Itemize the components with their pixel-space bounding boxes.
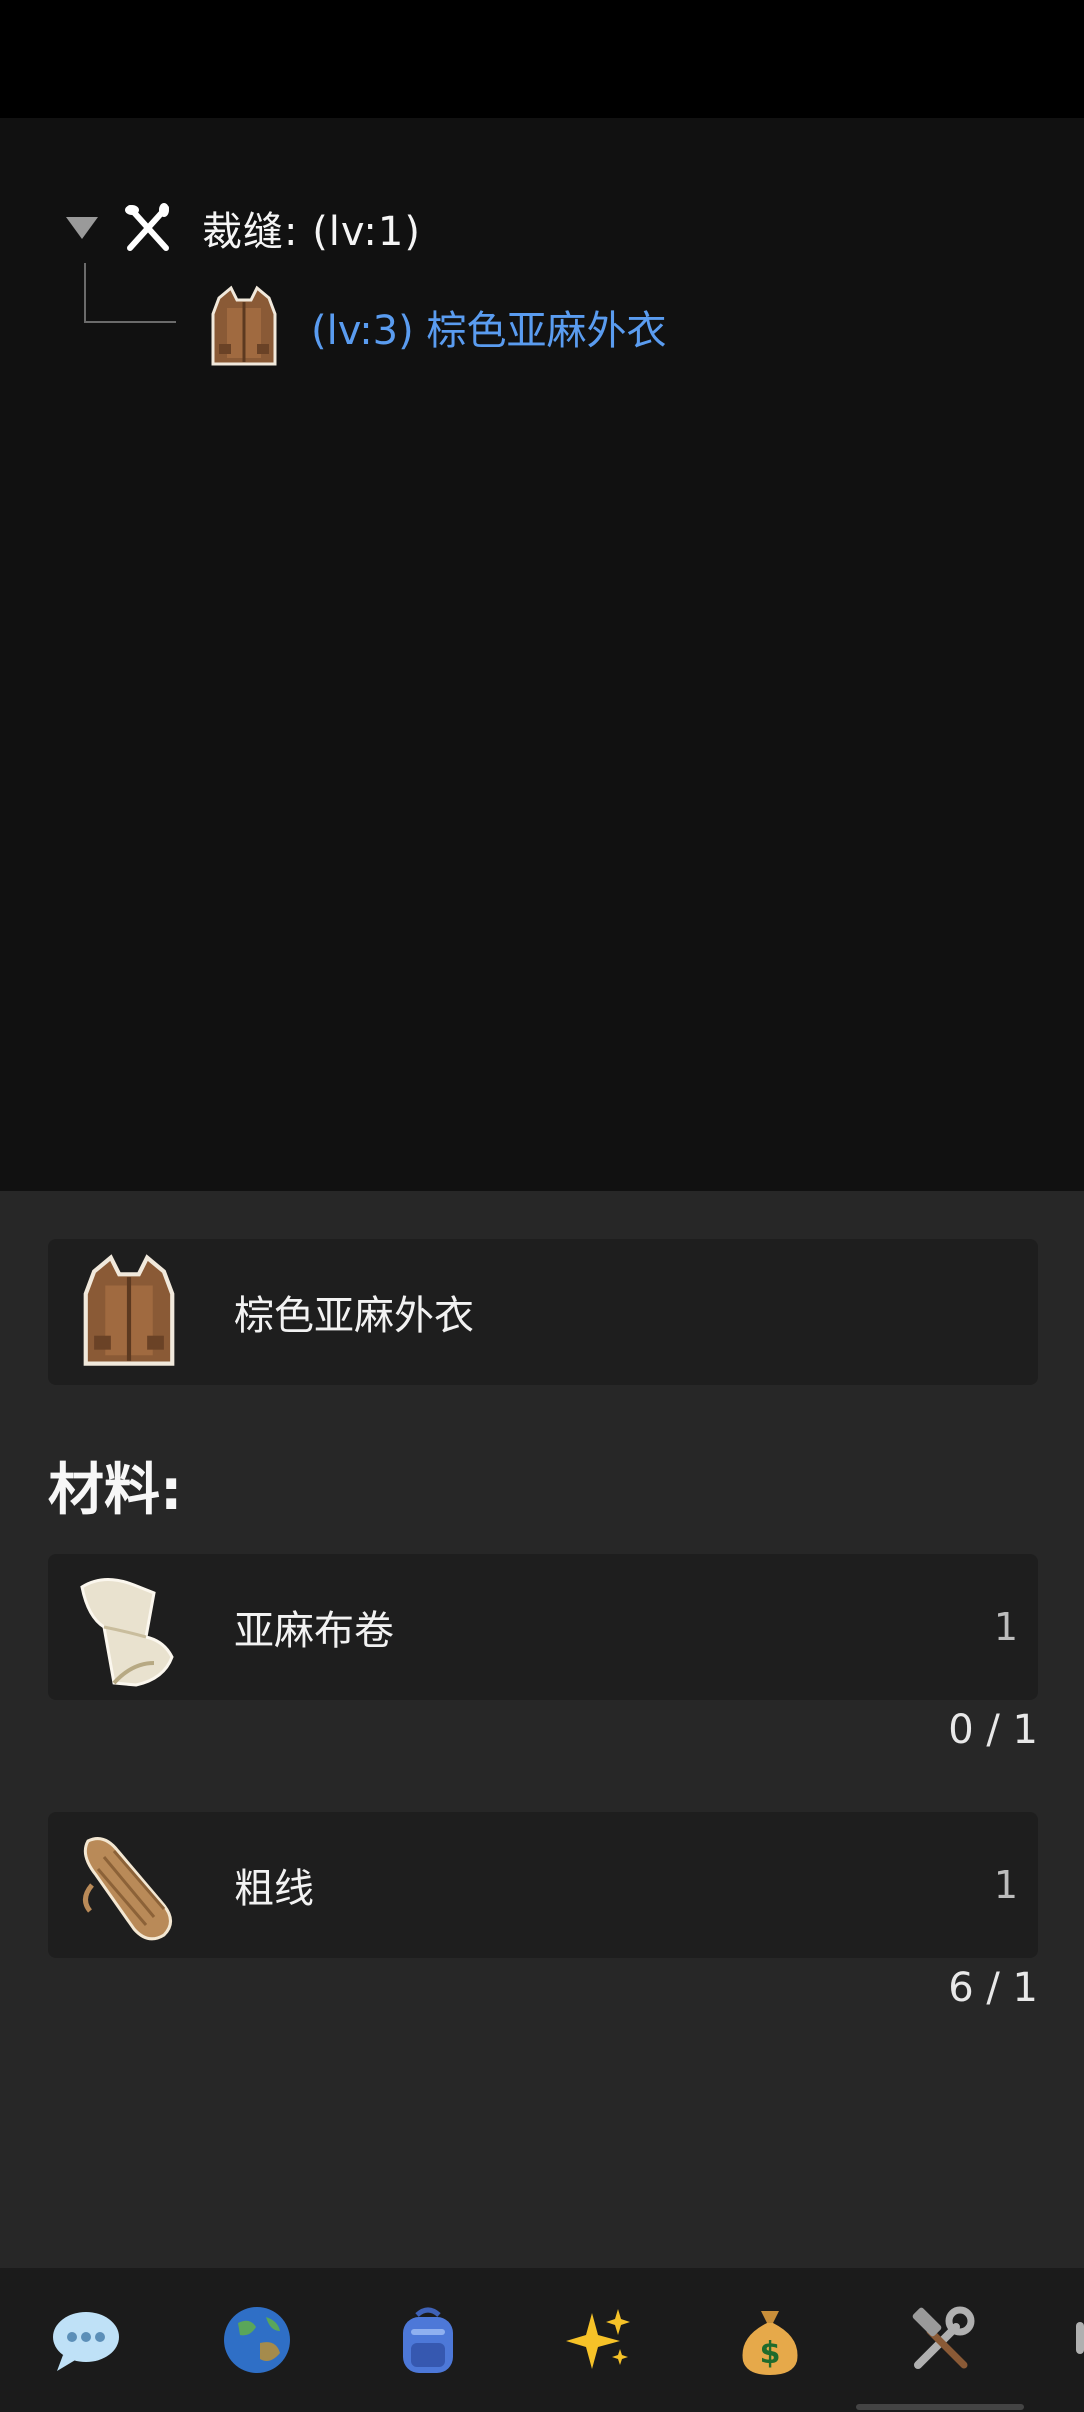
sparkles-icon xyxy=(565,2309,630,2369)
nav-skills[interactable] xyxy=(513,2268,684,2412)
material-row[interactable]: 亚麻布卷 1 xyxy=(48,1554,1038,1700)
coarse-thread-icon xyxy=(83,1837,172,1941)
material-progress: 0 / 1 xyxy=(948,1707,1038,1753)
chat-bubble-icon xyxy=(52,2312,119,2371)
selected-item-name: 棕色亚麻外衣 xyxy=(234,1293,474,1339)
selected-item-card[interactable]: 棕色亚麻外衣 xyxy=(48,1239,1038,1385)
nav-world[interactable] xyxy=(171,2268,342,2412)
tree-root-label: 裁缝: (lv:1) xyxy=(202,209,421,255)
material-name: 粗线 xyxy=(234,1866,314,1912)
tree-root-tailoring[interactable]: 裁缝: (lv:1) xyxy=(66,188,421,268)
tree-connector-line xyxy=(84,263,176,323)
tree-item-brown-linen-coat[interactable]: (lv:3) 棕色亚麻外衣 xyxy=(205,282,666,372)
material-qty: 1 xyxy=(993,1863,1018,1907)
materials-heading: 材料: xyxy=(48,1458,183,1523)
expand-caret-icon[interactable] xyxy=(66,217,98,239)
nav-shop[interactable]: $ xyxy=(684,2268,855,2412)
home-indicator xyxy=(856,2404,1024,2410)
overflow-nav-icon[interactable] xyxy=(1072,2318,1084,2358)
brown-linen-coat-icon xyxy=(83,1254,175,1366)
backpack-icon xyxy=(402,2307,453,2373)
nav-chat[interactable] xyxy=(0,2268,171,2412)
tree-child-label: (lv:3) 棕色亚麻外衣 xyxy=(311,308,667,354)
hammer-wrench-icon xyxy=(912,2306,974,2369)
nav-backpack[interactable] xyxy=(342,2268,513,2412)
status-bar xyxy=(0,0,1084,118)
globe-icon xyxy=(223,2307,290,2373)
material-progress: 6 / 1 xyxy=(948,1965,1038,2011)
brown-linen-coat-icon xyxy=(211,285,277,366)
bottom-nav-bar: $ xyxy=(0,2268,1084,2412)
material-row[interactable]: 粗线 1 xyxy=(48,1812,1038,1958)
nav-crafting[interactable] xyxy=(855,2268,1026,2412)
recipe-detail-panel: 棕色亚麻外衣 材料: 亚麻布卷 1 0 / 1 粗线 1 6 / 1 xyxy=(0,1191,1084,2268)
linen-roll-icon xyxy=(80,1578,174,1687)
material-qty: 1 xyxy=(993,1605,1018,1649)
crossed-tools-icon xyxy=(125,203,169,251)
money-bag-icon: $ xyxy=(742,2311,797,2375)
svg-text:$: $ xyxy=(759,2336,780,2371)
recipe-tree-panel: 裁缝: (lv:1) (lv:3) 棕色亚麻外衣 xyxy=(0,118,1084,1191)
material-name: 亚麻布卷 xyxy=(234,1608,394,1654)
